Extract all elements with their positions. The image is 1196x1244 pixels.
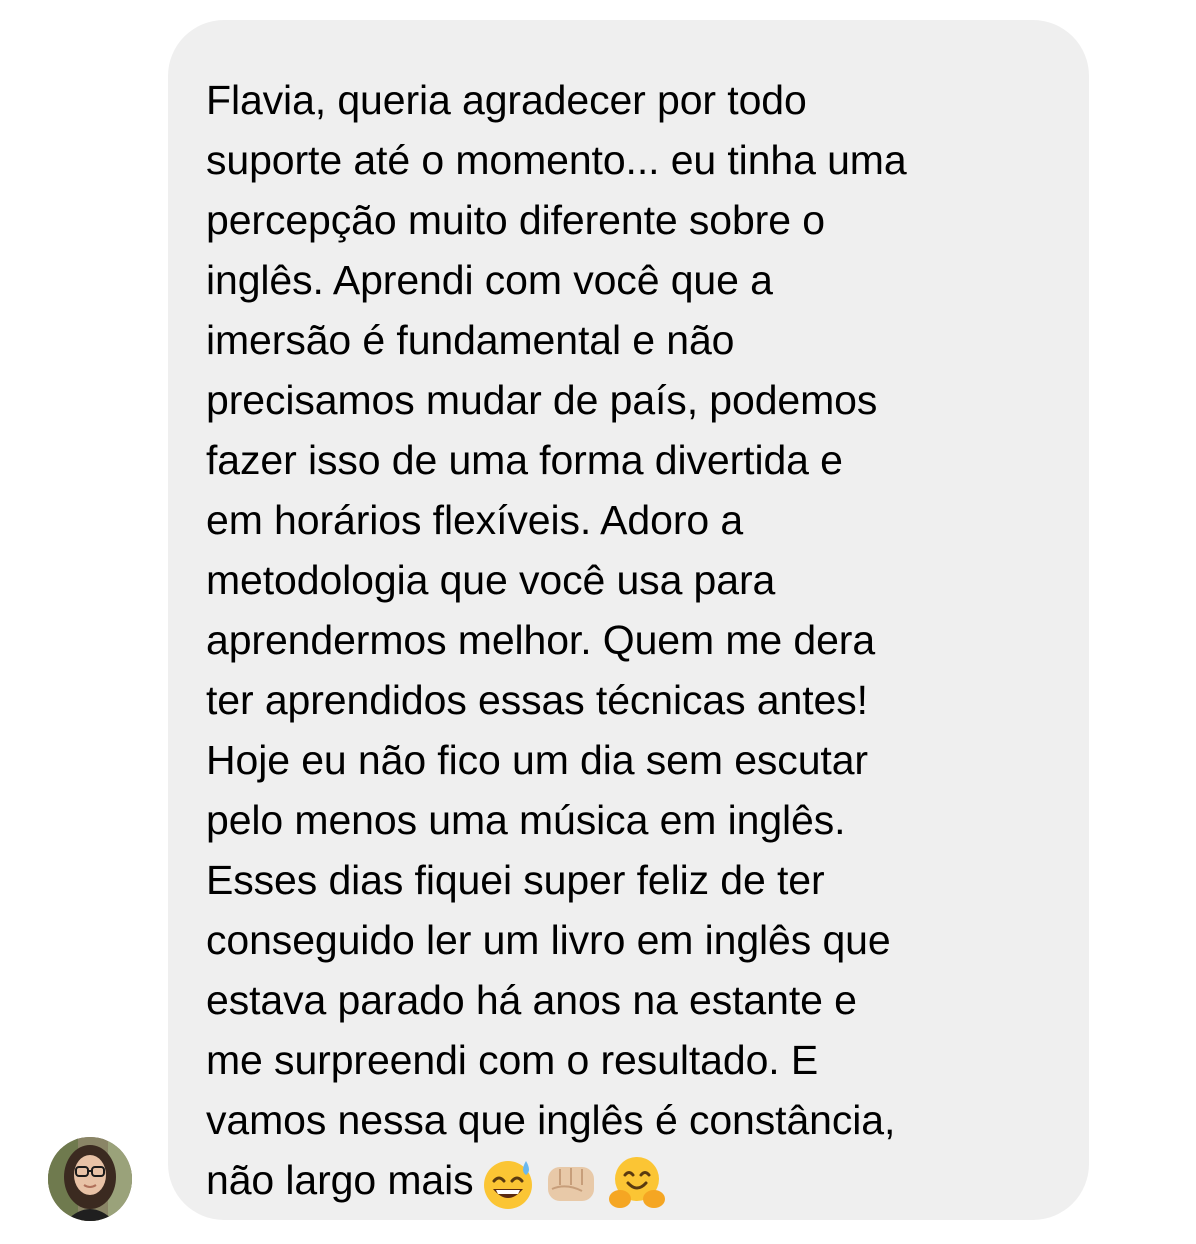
message-line: imersão é fundamental e não [206, 317, 735, 363]
message-line: conseguido ler um livro em inglês que [206, 917, 891, 963]
message-line: ter aprendidos essas técnicas antes! [206, 677, 868, 723]
message-line: pelo menos uma música em inglês. [206, 797, 846, 843]
message-line: aprendermos melhor. Quem me dera [206, 617, 876, 663]
message-last-line: não largo mais [206, 1150, 1059, 1213]
message-line: inglês. Aprendi com você que a [206, 257, 773, 303]
message-line: metodologia que você usa para [206, 557, 776, 603]
message-line: Hoje eu não fico um dia sem escutar [206, 737, 868, 783]
message-line: percepção muito diferente sobre o [206, 197, 825, 243]
message-bubble[interactable]: Flavia, queria agradecer por todo suport… [168, 20, 1089, 1220]
message-line: Flavia, queria agradecer por todo [206, 77, 807, 123]
message-line: estava parado há anos na estante e [206, 977, 857, 1023]
fist-bump-emoji-icon [542, 1155, 600, 1211]
message-line: em horários flexíveis. Adoro a [206, 497, 744, 543]
message-line: Esses dias fiquei super feliz de ter [206, 857, 825, 903]
message-line: vamos nessa que inglês é constância, [206, 1097, 896, 1143]
message-line: me surpreendi com o resultado. E [206, 1037, 819, 1083]
message-line: fazer isso de uma forma divertida e [206, 437, 843, 483]
grinning-sweat-emoji-icon [480, 1155, 536, 1211]
chat-screen: Flavia, queria agradecer por todo suport… [0, 0, 1196, 1244]
message-line: suporte até o momento... eu tinha uma [206, 137, 907, 183]
message-line: não largo mais [206, 1157, 474, 1203]
message-line: precisamos mudar de país, podemos [206, 377, 878, 423]
sender-avatar[interactable] [48, 1137, 132, 1221]
avatar-photo-icon [48, 1137, 132, 1221]
hugging-face-emoji-icon [606, 1153, 668, 1213]
